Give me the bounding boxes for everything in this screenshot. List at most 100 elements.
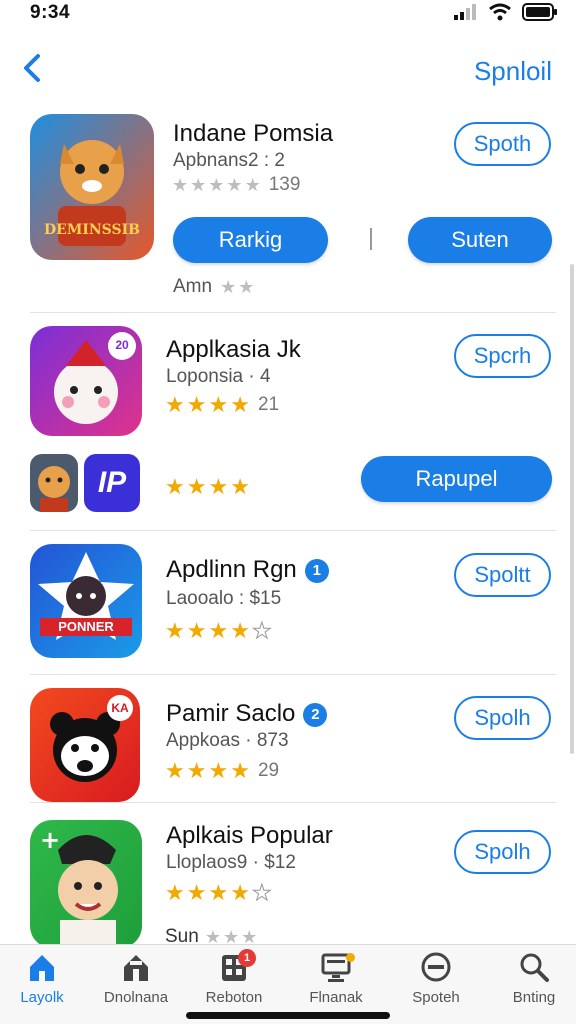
rating: ★ ★ ★ ★ ★	[165, 618, 272, 643]
rating: ★ ★ ★ ★ 29	[165, 760, 279, 782]
back-button[interactable]	[18, 50, 48, 86]
star-icon: ★	[165, 880, 185, 905]
star-icon: ★	[230, 474, 250, 499]
star-icon: ★	[241, 927, 258, 944]
app-icon[interactable]: DEMINSSIB	[30, 114, 154, 260]
app-subtitle: Laooalo : $15	[166, 588, 282, 609]
status-icons	[454, 3, 558, 21]
compass-icon	[421, 952, 451, 982]
tab-label: Reboton	[205, 989, 263, 1006]
star-icon: ★	[186, 880, 207, 905]
star-icon: ★	[186, 392, 207, 417]
get-button[interactable]: Spoth	[454, 122, 551, 166]
app-icon[interactable]: PONNER	[30, 544, 142, 658]
star-icon: ★	[204, 927, 221, 944]
tab-bnting[interactable]: Bnting	[486, 951, 576, 1015]
app-icon[interactable]: +	[30, 820, 142, 944]
scrollbar[interactable]	[570, 264, 574, 754]
info-badge: 2	[303, 702, 328, 727]
app-list[interactable]: DEMINSSIB Indane Pomsia Apbnans2 : 2 ★ ★…	[0, 104, 576, 944]
home-icon	[30, 955, 54, 981]
mini-app-icon[interactable]: IP	[84, 454, 140, 512]
extra-rating: Amn ★ ★	[173, 276, 254, 298]
tab-label: Layolk	[20, 989, 64, 1006]
extra-label: Amn	[173, 276, 213, 297]
star-icon: ★	[208, 392, 229, 417]
get-button[interactable]: Spcrh	[454, 334, 551, 378]
row-rating: ★ ★ ★ ★	[165, 476, 250, 498]
app-icon[interactable]: 20	[30, 326, 142, 436]
row-action-button[interactable]: Rapupel	[361, 456, 552, 502]
svg-text:+: +	[40, 826, 60, 854]
star-icon: ★	[190, 175, 207, 195]
star-icon: ★	[186, 474, 207, 499]
star-icon: ★	[165, 392, 185, 417]
tab-label: Spoteh	[412, 989, 460, 1006]
app-title-text: Apdlinn Rgn	[166, 556, 297, 583]
status-time: 9:34	[30, 2, 71, 23]
rating: ★ ★ ★ ★ ★	[165, 880, 272, 905]
app-title[interactable]: Aplkais Popular	[166, 822, 333, 850]
star-icon: ★	[165, 474, 185, 499]
tab-flnanak[interactable]: Flnanak	[288, 951, 384, 1015]
mini-app-icon-text: IP	[97, 466, 127, 499]
star-icon: ★	[226, 175, 243, 195]
star-icon: ★	[208, 880, 229, 905]
nav-action-button[interactable]: Spnloil	[474, 56, 552, 87]
star-icon: ★	[251, 618, 272, 643]
star-icon: ★	[186, 618, 207, 643]
signal-icon	[454, 4, 476, 20]
star-icon: ★	[251, 880, 272, 905]
app-icon-badge: 20	[115, 338, 129, 352]
star-icon: ★	[172, 175, 189, 195]
star-icon: ★	[230, 880, 250, 905]
app-title[interactable]: Pamir Saclo 2	[166, 700, 328, 728]
star-icon: ★	[220, 277, 237, 297]
star-icon: ★	[230, 392, 250, 417]
tab-label: Flnanak	[309, 989, 363, 1006]
search-icon	[520, 953, 549, 982]
app-title-text: Pamir Saclo	[166, 700, 296, 727]
tab-label: Bnting	[512, 989, 556, 1006]
app-icon[interactable]: KA	[30, 688, 140, 802]
app-subtitle: Appkoas · 873	[166, 730, 289, 751]
nav-bar: Spnloil	[0, 44, 576, 94]
action-button-left[interactable]: Rarkig	[173, 217, 328, 263]
action-button-right[interactable]: Suten	[408, 217, 552, 263]
get-button[interactable]: Spolh	[454, 830, 551, 874]
app-icon-text: DEMINSSIB	[44, 222, 140, 238]
chevron-left-icon	[24, 54, 40, 82]
separator-bar	[370, 228, 372, 250]
star-icon: ★	[208, 175, 225, 195]
app-subtitle: Apbnans2 : 2	[173, 150, 285, 171]
rating: ★ ★ ★ ★ 21	[165, 394, 279, 416]
star-icon: ★	[165, 758, 185, 783]
app-subtitle: Lloplaos9 · $12	[166, 852, 296, 873]
star-icon: ★	[230, 758, 250, 783]
get-button[interactable]: Spoltt	[454, 553, 551, 597]
get-button[interactable]: Spolh	[454, 696, 551, 740]
tab-dnolnana[interactable]: Dnolnana	[88, 951, 184, 1015]
home-indicator[interactable]	[186, 1012, 390, 1019]
app-title[interactable]: Indane Pomsia	[173, 120, 333, 148]
tab-label: Dnolnana	[103, 989, 169, 1006]
app-icon-badge: KA	[111, 701, 129, 715]
star-icon: ★	[230, 618, 250, 643]
star-icon: ★	[238, 277, 255, 297]
star-icon: ★	[208, 758, 229, 783]
app-title[interactable]: Apdlinn Rgn 1	[166, 556, 329, 584]
star-icon: ★	[208, 474, 229, 499]
extra-label: Sun	[165, 926, 199, 944]
tab-reboton[interactable]: 1 Reboton	[186, 949, 282, 1015]
tab-bar: Layolk Dnolnana 1 Reboton Flnanak Spoteh…	[0, 944, 576, 1024]
wifi-icon	[489, 3, 511, 21]
app-title[interactable]: Applkasia Jk	[166, 336, 301, 364]
tab-layolk[interactable]: Layolk	[0, 951, 90, 1015]
star-icon: ★	[222, 927, 240, 944]
notification-dot	[346, 953, 355, 962]
notification-badge: 1	[238, 949, 256, 967]
tab-spoteh[interactable]: Spoteh	[388, 951, 484, 1015]
divider	[30, 802, 556, 803]
app-icon-text: PONNER	[58, 619, 114, 634]
mini-app-icon[interactable]	[30, 454, 78, 512]
